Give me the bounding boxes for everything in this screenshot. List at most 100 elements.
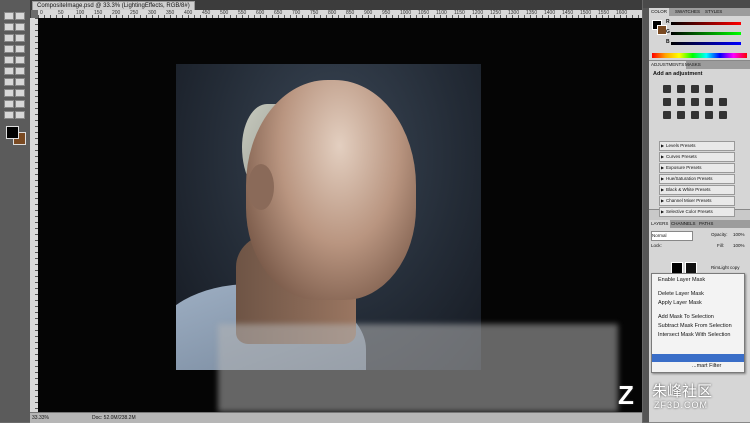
ear-shape: [248, 164, 274, 210]
shape-tool-icon[interactable]: [4, 100, 14, 108]
tab-adjustments[interactable]: ADJUSTMENTS: [649, 61, 687, 69]
preset-levels[interactable]: Levels Presets: [659, 141, 735, 151]
ruler-label: 400: [184, 10, 193, 16]
preset-exposure[interactable]: Exposure Presets: [659, 163, 735, 173]
menu-apply-layer-mask[interactable]: Apply Layer Mask: [658, 299, 702, 308]
ruler-label: 750: [310, 10, 319, 16]
document-tab[interactable]: CompositeImage.psd @ 33.3% (LightingEffe…: [32, 1, 195, 10]
adjustments-title: Add an adjustment: [653, 71, 703, 77]
layer-mask-context-menu: Enable Layer Mask Delete Layer Mask Appl…: [651, 273, 745, 373]
ruler-label: 600: [256, 10, 265, 16]
blue-slider[interactable]: B: [666, 39, 741, 45]
dock-header: [643, 0, 750, 8]
adjustments-panel: ADJUSTMENTS MASKS Add an adjustment Leve…: [649, 61, 750, 217]
menu-enable-layer-mask[interactable]: Enable Layer Mask: [658, 276, 705, 285]
ruler-label: 700: [292, 10, 301, 16]
ruler-label: 200: [112, 10, 121, 16]
3d-tool-icon[interactable]: [15, 100, 25, 108]
preset-curves[interactable]: Curves Presets: [659, 152, 735, 162]
healing-brush-icon[interactable]: [4, 45, 14, 53]
posterize-icon[interactable]: [691, 111, 699, 119]
hue-saturation-icon[interactable]: [677, 98, 685, 106]
fill-value[interactable]: 100%: [733, 242, 745, 250]
dodge-tool-icon[interactable]: [4, 78, 14, 86]
ruler-label: 800: [328, 10, 337, 16]
brush-tool-icon[interactable]: [15, 45, 25, 53]
blue-channel-label: B: [666, 39, 670, 45]
ruler-label: 1500: [580, 10, 592, 16]
menu-delete-layer-mask[interactable]: Delete Layer Mask: [658, 290, 704, 299]
ruler-label: 1000: [400, 10, 412, 16]
eraser-icon[interactable]: [4, 67, 14, 75]
history-brush-icon[interactable]: [15, 56, 25, 64]
color-panel-tabs: COLOR SWATCHES STYLES: [649, 8, 750, 16]
vibrance-icon[interactable]: [663, 98, 671, 106]
ruler-label: 100: [76, 10, 85, 16]
color-balance-icon[interactable]: [691, 98, 699, 106]
tab-layers[interactable]: LAYERS: [649, 220, 671, 228]
preset-selective-color[interactable]: Selective Color Presets: [659, 207, 735, 217]
document-canvas[interactable]: [38, 18, 642, 412]
preset-channel-mixer[interactable]: Channel Mixer Presets: [659, 196, 735, 206]
tab-swatches[interactable]: SWATCHES: [675, 8, 700, 16]
ruler-label: 300: [148, 10, 157, 16]
gradient-map-icon[interactable]: [719, 111, 727, 119]
color-panel: COLOR SWATCHES STYLES R G B: [649, 8, 750, 61]
red-slider[interactable]: R: [666, 19, 741, 25]
menu-smart-filter-item[interactable]: ...mart Filter: [692, 362, 721, 371]
channel-mixer-icon[interactable]: [663, 111, 671, 119]
clone-stamp-icon[interactable]: [4, 56, 14, 64]
ruler-label: 250: [130, 10, 139, 16]
menu-add-mask-to-selection[interactable]: Add Mask To Selection: [658, 313, 714, 322]
brightness-contrast-icon[interactable]: [663, 85, 671, 93]
hand-tool-icon[interactable]: [4, 111, 14, 119]
levels-icon[interactable]: [677, 85, 685, 93]
curves-icon[interactable]: [691, 85, 699, 93]
menu-subtract-mask-from-selection[interactable]: Subtract Mask From Selection: [658, 322, 732, 331]
ruler-label: 1450: [562, 10, 574, 16]
threshold-icon[interactable]: [705, 111, 713, 119]
ruler-label: 950: [382, 10, 391, 16]
color-spectrum-bar[interactable]: [652, 53, 747, 58]
black-white-icon[interactable]: [705, 98, 713, 106]
type-tool-icon[interactable]: [4, 89, 14, 97]
preset-hue-saturation[interactable]: Hue/Saturation Presets: [659, 174, 735, 184]
watermark: Z 朱峰社区 ZF3D.COM: [618, 376, 746, 416]
opacity-label: Opacity:: [711, 232, 728, 237]
crop-tool-icon[interactable]: [4, 34, 14, 42]
preset-black-white[interactable]: Black & White Presets: [659, 185, 735, 195]
tool-grid: [4, 12, 26, 119]
tab-masks[interactable]: MASKS: [685, 61, 701, 69]
photo-filter-icon[interactable]: [719, 98, 727, 106]
tab-paths[interactable]: PATHS: [699, 220, 713, 228]
magic-wand-icon[interactable]: [15, 23, 25, 31]
ruler-label: 150: [94, 10, 103, 16]
gradient-tool-icon[interactable]: [15, 67, 25, 75]
zoom-tool-icon[interactable]: [15, 111, 25, 119]
ruler-label: 450: [202, 10, 211, 16]
document-tab-bar: CompositeImage.psd @ 33.3% (LightingEffe…: [30, 0, 642, 10]
tab-color[interactable]: COLOR: [649, 8, 670, 16]
invert-icon[interactable]: [677, 111, 685, 119]
layer-name[interactable]: RimLight copy: [711, 265, 740, 270]
ruler-label: 550: [238, 10, 247, 16]
ruler-label: 650: [274, 10, 283, 16]
marquee-tool-icon[interactable]: [15, 12, 25, 20]
blend-mode-select[interactable]: Normal: [651, 231, 693, 241]
lasso-tool-icon[interactable]: [4, 23, 14, 31]
adjustment-presets-list: Levels Presets Curves Presets Exposure P…: [659, 141, 735, 218]
move-tool-icon[interactable]: [4, 12, 14, 20]
green-slider[interactable]: G: [666, 29, 741, 35]
ruler-label: 1050: [418, 10, 430, 16]
path-select-icon[interactable]: [15, 89, 25, 97]
ruler-label: 1400: [544, 10, 556, 16]
foreground-color-swatch[interactable]: [6, 126, 19, 139]
eyedropper-icon[interactable]: [15, 34, 25, 42]
pen-tool-icon[interactable]: [15, 78, 25, 86]
opacity-value[interactable]: 100%: [733, 231, 745, 239]
tab-channels[interactable]: CHANNELS: [671, 220, 696, 228]
menu-intersect-mask-with-selection[interactable]: Intersect Mask With Selection: [658, 331, 730, 340]
menu-highlighted-item[interactable]: [652, 354, 744, 362]
exposure-icon[interactable]: [705, 85, 713, 93]
tab-styles[interactable]: STYLES: [705, 8, 722, 16]
